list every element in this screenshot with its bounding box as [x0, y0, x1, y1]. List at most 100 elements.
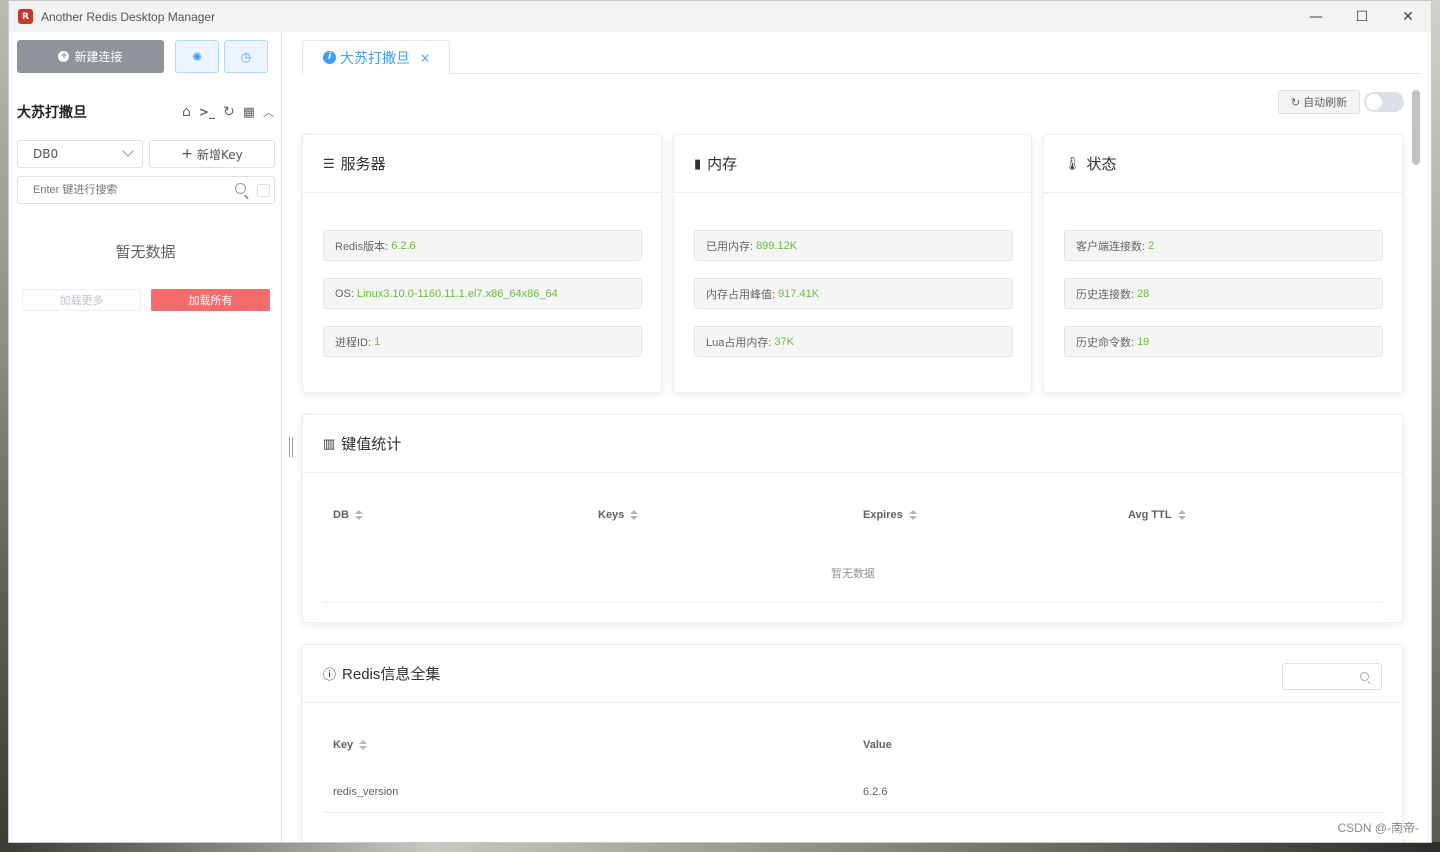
key-statistics-title: 键值统计 [341, 436, 402, 453]
scrollbar-thumb[interactable] [1412, 90, 1420, 165]
title-bar: R Another Redis Desktop Manager — ☐ ✕ [9, 1, 1431, 32]
process-id-row: 进程ID: 1 [323, 326, 642, 357]
new-connection-button[interactable]: + 新建连接 [17, 40, 164, 73]
info-circle-icon: ⓘ [323, 667, 337, 682]
sort-icon[interactable] [354, 510, 363, 520]
db-select[interactable]: DB0 [17, 140, 143, 168]
connection-tools: ⌂ >_ ↻ ▦ ︿ [182, 104, 274, 120]
redis-info-title: Redis信息全集 [342, 666, 441, 683]
row-label: 历史连接数: [1076, 288, 1135, 301]
load-more-button[interactable]: 加载更多 [22, 289, 141, 311]
table-cell-key: redis_version [333, 786, 399, 798]
search-icon[interactable] [235, 183, 246, 194]
sort-icon[interactable] [908, 510, 917, 520]
row-value: Linux3.10.0-1160.11.1.el7.x86_64x86_64 [356, 287, 558, 300]
key-statistics-header: ▥ 键值统计 [303, 415, 1402, 473]
app-icon: R [18, 9, 33, 24]
column-label: Value [863, 739, 892, 751]
toggle-knob [1366, 94, 1382, 110]
sort-icon[interactable] [1177, 510, 1186, 520]
tab-label: 大苏打撒旦 [340, 50, 410, 67]
row-value: 19 [1137, 335, 1150, 348]
total-commands-row: 历史命令数: 19 [1064, 326, 1383, 357]
row-label: 内存占用峰值: [706, 288, 776, 301]
server-card-title: 服务器 [340, 156, 386, 173]
main-panel: i 大苏打撒旦 × ↻ 自动刷新 ☰ 服务器 Redis版本: 6.2.6 OS… [302, 32, 1427, 842]
db-select-value: DB0 [33, 147, 59, 161]
key-search-input[interactable] [33, 184, 223, 196]
new-connection-label: 新建连接 [74, 50, 123, 64]
new-key-label: 新增Key [196, 147, 243, 162]
peak-memory-row: 内存占用峰值: 917.41K [694, 278, 1013, 309]
sidebar-resize-handle[interactable] [289, 437, 293, 457]
redis-info-search-input[interactable] [1282, 663, 1382, 690]
row-label: Lua占用内存: [706, 336, 772, 349]
tab-connection-status[interactable]: i 大苏打撒旦 × [302, 40, 450, 75]
chevron-down-icon [122, 145, 134, 157]
row-label: 客户端连接数: [1076, 240, 1146, 253]
memory-chip-icon: ▮ [694, 155, 702, 171]
load-all-button[interactable]: 加载所有 [151, 289, 270, 311]
main-scrollbar[interactable] [1412, 90, 1420, 840]
chevron-up-icon[interactable]: ︿ [263, 104, 274, 120]
key-search-field[interactable] [17, 176, 275, 204]
row-value: 917.41K [778, 287, 820, 300]
desktop-background-bottom [0, 842, 1440, 852]
column-header-keys[interactable]: Keys [598, 509, 639, 521]
status-card: 🌡 状态 客户端连接数: 2 历史连接数: 28 历史命令数: 19 [1043, 134, 1403, 393]
server-card: ☰ 服务器 Redis版本: 6.2.6 OS: Linux3.10.0-1160.… [302, 134, 662, 393]
column-header-db[interactable]: DB [333, 509, 363, 521]
row-label: 已用内存: [706, 240, 754, 253]
table-row-divider [323, 812, 1383, 813]
command-log-button[interactable]: ◷ [224, 40, 268, 73]
client-connections-row: 客户端连接数: 2 [1064, 230, 1383, 261]
column-header-expires[interactable]: Expires [863, 509, 917, 521]
new-key-button[interactable]: + 新增Key [149, 140, 275, 168]
key-statistics-card: ▥ 键值统计 DB Keys Expires Avg TTL 暂无数据 [302, 414, 1403, 623]
column-label: Keys [598, 509, 625, 521]
minimize-button[interactable]: — [1293, 1, 1339, 32]
desktop-background-left [0, 0, 8, 852]
table-cell-value: 6.2.6 [863, 786, 888, 798]
gear-icon: ✺ [191, 49, 203, 64]
row-value: 2 [1148, 239, 1155, 252]
row-value: 899.12K [756, 239, 798, 252]
terminal-icon[interactable]: >_ [199, 105, 215, 119]
grid-icon[interactable]: ▦ [243, 105, 255, 120]
auto-refresh-button[interactable]: ↻ 自动刷新 [1278, 90, 1360, 114]
sort-icon[interactable] [630, 510, 639, 520]
refresh-icon[interactable]: ↻ [223, 104, 235, 120]
connection-header[interactable]: 大苏打撒旦 ⌂ >_ ↻ ▦ ︿ [17, 101, 274, 123]
column-label: Avg TTL [1128, 509, 1172, 521]
maximize-button[interactable]: ☐ [1339, 1, 1385, 32]
home-icon[interactable]: ⌂ [182, 104, 191, 120]
desktop-background-right [1432, 0, 1440, 852]
server-icon: ☰ [323, 155, 335, 171]
memory-card-title: 内存 [707, 156, 738, 173]
auto-refresh-label: 自动刷新 [1303, 96, 1348, 109]
redis-info-card: ⓘ Redis信息全集 Key Value redis_version 6.2.… [302, 644, 1403, 842]
close-tab-icon[interactable]: × [420, 51, 430, 65]
row-label: OS: [335, 287, 354, 300]
watermark: CSDN @-南帝- [1337, 821, 1419, 835]
exact-search-checkbox[interactable] [257, 184, 270, 197]
settings-button[interactable]: ✺ [175, 40, 219, 73]
status-card-header: 🌡 状态 [1044, 135, 1402, 193]
column-header-avg-ttl[interactable]: Avg TTL [1128, 509, 1186, 521]
refresh-icon: ↻ [1290, 95, 1301, 109]
search-icon [1360, 672, 1369, 681]
total-connections-row: 历史连接数: 28 [1064, 278, 1383, 309]
os-row: OS: Linux3.10.0-1160.11.1.el7.x86_64x86_6… [323, 278, 642, 309]
sort-icon[interactable] [359, 740, 368, 750]
column-label: Key [333, 739, 354, 751]
key-statistics-empty-text: 暂无数据 [831, 567, 875, 580]
column-header-value: Value [863, 739, 892, 751]
row-value: 6.2.6 [391, 239, 416, 252]
column-label: Expires [863, 509, 903, 521]
window-controls: — ☐ ✕ [1293, 1, 1431, 32]
auto-refresh-toggle[interactable] [1364, 92, 1404, 112]
thermometer-icon: 🌡 [1064, 155, 1081, 171]
row-label: 进程ID: [335, 336, 372, 349]
column-header-key[interactable]: Key [333, 739, 368, 751]
close-window-button[interactable]: ✕ [1385, 1, 1431, 32]
